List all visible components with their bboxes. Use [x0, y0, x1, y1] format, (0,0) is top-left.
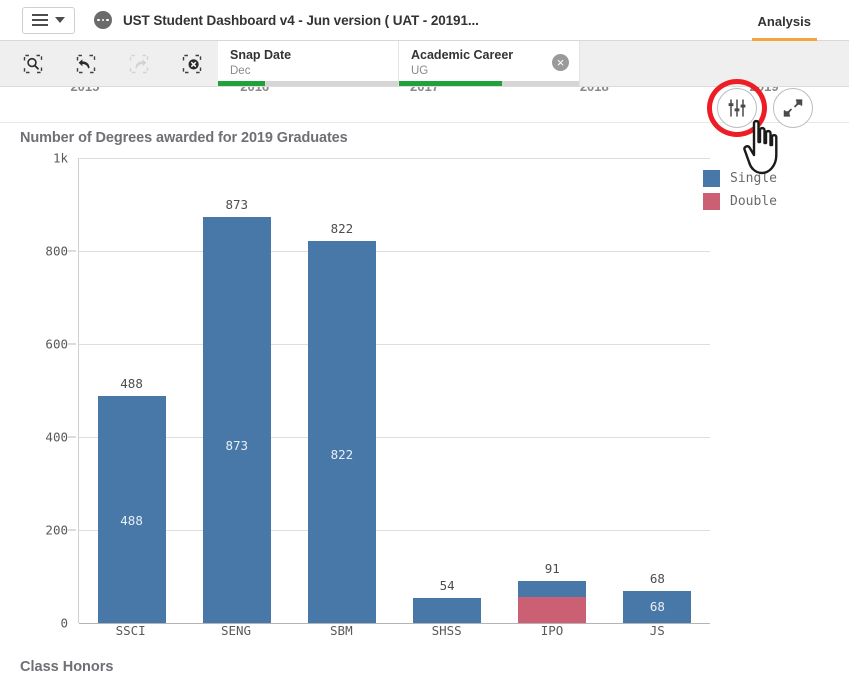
bar-segment-single[interactable] [97, 396, 166, 623]
selection-chip-academic-career[interactable]: Academic Career UG [399, 41, 580, 86]
chip-value: UG [411, 65, 429, 77]
x-axis-labels: SSCI SENG SBM SHSS IPO JS [78, 623, 710, 638]
y-axis-tick-mark [68, 343, 76, 345]
y-axis-tick-mark [68, 529, 76, 531]
bar-group: 488 488 873 873 822 822 54 91 68 68 [79, 158, 710, 623]
y-axis-tick-mark [68, 436, 76, 438]
chip-selection-indicator [399, 81, 579, 86]
step-back-button[interactable] [73, 51, 99, 77]
selection-chip-snap-date[interactable]: Snap Date Dec [218, 41, 399, 86]
bar-segment-single[interactable] [202, 217, 271, 623]
class-honors-title: Class Honors [20, 659, 114, 675]
bar-seng[interactable]: 873 873 [202, 197, 271, 623]
bar-total-label: 54 [439, 577, 455, 593]
bar-inner-label: 68 [649, 599, 665, 615]
hamburger-menu-icon [32, 14, 48, 26]
pointing-hand-icon [743, 119, 778, 175]
expand-arrows-icon [783, 99, 803, 117]
bar-slot: 873 873 [184, 158, 289, 623]
selection-tools [0, 41, 205, 86]
x-axis-tick-label: SSCI [115, 623, 146, 638]
y-axis-tick-mark [68, 250, 76, 252]
legend-label: Single [730, 171, 777, 186]
chart-settings-button[interactable] [717, 88, 757, 128]
bar-total-label: 91 [544, 560, 560, 576]
bar-total-label: 488 [120, 376, 143, 392]
selection-search-button[interactable] [20, 51, 46, 77]
previous-x-tick: 2016 [170, 87, 340, 94]
y-axis-tick-label: 800 [45, 243, 68, 259]
chevron-down-icon [55, 17, 65, 23]
bar-slot: 68 68 [605, 158, 710, 623]
qlik-sense-app: UST Student Dashboard v4 - Jun version (… [0, 0, 849, 690]
bar-shss[interactable]: 54 [413, 578, 482, 623]
previous-x-tick: 2015 [0, 87, 170, 94]
tab-analysis[interactable]: Analysis [751, 14, 817, 41]
bar-slot: 91 [500, 158, 605, 623]
bar-slot: 54 [395, 158, 500, 623]
legend-label: Double [730, 194, 777, 209]
step-forward-icon [129, 54, 149, 73]
bar-slot: 488 488 [79, 158, 184, 623]
selection-bar: Snap Date Dec Academic Career UG [0, 41, 849, 87]
y-axis: 0 200 400 600 800 1k [20, 151, 78, 631]
previous-chart-x-axis: 2015 2016 2017 2018 2019 [0, 87, 849, 94]
bar-slot: 822 822 [289, 158, 394, 623]
step-back-icon [76, 54, 96, 73]
bar-total-label: 822 [330, 220, 354, 236]
bar-inner-label: 488 [120, 512, 143, 528]
chip-selection-indicator [218, 81, 398, 86]
legend-item-double[interactable]: Double [703, 193, 777, 210]
sliders-icon [728, 99, 746, 117]
chart-title: Number of Degrees awarded for 2019 Gradu… [20, 130, 348, 146]
bar-ipo[interactable]: 91 [518, 561, 587, 623]
chip-value: Dec [230, 65, 251, 77]
chart-legend: Single Double [703, 170, 777, 210]
selection-search-icon [23, 54, 43, 73]
chip-title: Snap Date [230, 48, 292, 62]
header-tabs: Analysis [751, 0, 817, 41]
legend-swatch-single-icon [703, 170, 720, 187]
bar-segment-double[interactable] [518, 597, 587, 623]
x-axis-tick-label: SHSS [431, 623, 462, 638]
bar-total-label: 873 [225, 197, 249, 213]
y-axis-tick-label: 0 [60, 615, 68, 631]
bar-sbm[interactable]: 822 822 [307, 221, 376, 623]
bar-total-label: 68 [649, 571, 665, 587]
plot-area: 488 488 873 873 822 822 54 91 68 68 [78, 158, 710, 624]
degrees-bar-chart[interactable]: 0 200 400 600 800 1k 488 488 873 873 822 822 54 91 68… [20, 151, 710, 638]
step-forward-button [126, 51, 152, 77]
top-header-bar: UST Student Dashboard v4 - Jun version (… [0, 0, 849, 41]
bar-js[interactable]: 68 68 [623, 571, 692, 623]
clear-selection-icon[interactable] [552, 54, 569, 71]
clear-all-selections-icon [182, 54, 202, 73]
y-axis-tick-label: 1k [52, 150, 68, 166]
y-axis-tick-label: 600 [45, 336, 68, 352]
bar-segment-single[interactable] [518, 580, 587, 598]
chip-title: Academic Career [411, 48, 514, 62]
y-axis-tick-label: 400 [45, 429, 68, 445]
bar-inner-label: 822 [330, 447, 354, 463]
navigation-menu-button[interactable] [22, 6, 75, 34]
previous-x-tick: 2017 [340, 87, 510, 94]
previous-x-tick: 2018 [509, 87, 679, 94]
x-axis-tick-label: IPO [540, 623, 564, 638]
bar-ssci[interactable]: 488 488 [97, 376, 166, 623]
x-axis-tick-label: JS [649, 623, 665, 638]
x-axis-tick-label: SENG [220, 623, 252, 638]
selection-chips: Snap Date Dec Academic Career UG [218, 41, 580, 86]
fullscreen-button[interactable] [773, 88, 813, 128]
previous-x-tick: 2019 [679, 87, 849, 94]
bar-inner-label: 873 [225, 437, 249, 453]
clear-all-selections-button[interactable] [179, 51, 205, 77]
page-title: UST Student Dashboard v4 - Jun version (… [123, 12, 479, 28]
bar-segment-single[interactable] [413, 597, 482, 623]
legend-swatch-double-icon [703, 193, 720, 210]
app-ellipsis-icon[interactable] [94, 11, 112, 29]
y-axis-tick-label: 200 [45, 522, 68, 538]
bar-segment-single[interactable] [307, 240, 376, 623]
x-axis-tick-label: SBM [330, 623, 353, 638]
legend-item-single[interactable]: Single [703, 170, 777, 187]
